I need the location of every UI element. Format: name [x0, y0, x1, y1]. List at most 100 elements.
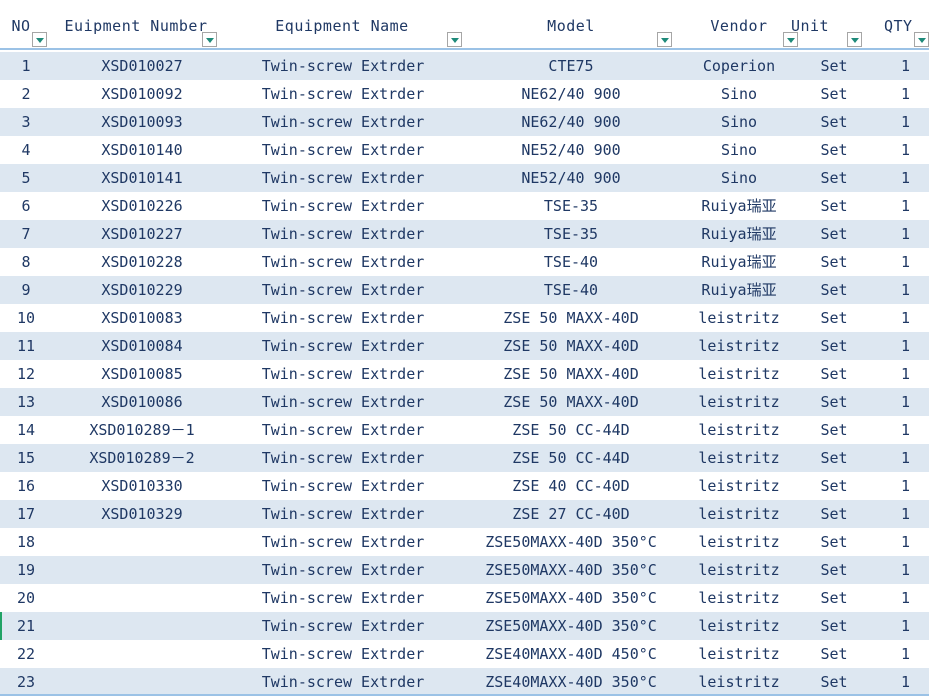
cell-unit[interactable]: Set	[790, 444, 878, 472]
cell-no[interactable]: 14	[0, 416, 52, 444]
cell-unit[interactable]: Set	[790, 584, 878, 612]
cell-unit[interactable]: Set	[790, 500, 878, 528]
cell-equipment-name[interactable]: Twin-screw Extrder	[232, 584, 454, 612]
cell-equipment-number[interactable]: XSD010289－2	[52, 444, 232, 472]
cell-qty[interactable]: 1	[878, 444, 929, 472]
cell-equipment-number[interactable]: XSD010083	[52, 304, 232, 332]
cell-qty[interactable]: 1	[878, 640, 929, 668]
cell-equipment-name[interactable]: Twin-screw Extrder	[232, 108, 454, 136]
cell-no[interactable]: 20	[0, 584, 52, 612]
table-row[interactable]: 17 XSD010329 Twin-screw Extrder ZSE 27 CC-4…	[0, 500, 929, 528]
cell-vendor[interactable]: Sino	[688, 80, 790, 108]
column-header-equipment-name[interactable]: Equipment Name	[232, 0, 462, 50]
cell-unit[interactable]: Set	[790, 416, 878, 444]
cell-equipment-name[interactable]: Twin-screw Extrder	[232, 416, 454, 444]
cell-model[interactable]: ZSE 27 CC-40D	[454, 500, 688, 528]
cell-equipment-number[interactable]: XSD010092	[52, 80, 232, 108]
cell-vendor[interactable]: leistritz	[688, 304, 790, 332]
table-row[interactable]: 6 XSD010226 Twin-screw Extrder TSE-35 Ruiya瑞…	[0, 192, 929, 220]
cell-equipment-number[interactable]: XSD010085	[52, 360, 232, 388]
cell-equipment-number[interactable]: XSD010226	[52, 192, 232, 220]
cell-model[interactable]: NE62/40 900	[454, 108, 688, 136]
cell-equipment-number[interactable]: XSD010289－1	[52, 416, 232, 444]
cell-equipment-number[interactable]: XSD010027	[52, 52, 232, 80]
cell-model[interactable]: ZSE 40 CC-40D	[454, 472, 688, 500]
filter-dropdown-icon[interactable]	[657, 32, 672, 47]
cell-vendor[interactable]: leistritz	[688, 444, 790, 472]
table-row[interactable]: 13 XSD010086 Twin-screw Extrder ZSE 50 MAXX…	[0, 388, 929, 416]
cell-vendor[interactable]: leistritz	[688, 500, 790, 528]
cell-unit[interactable]: Set	[790, 640, 878, 668]
cell-qty[interactable]: 1	[878, 108, 929, 136]
cell-equipment-name[interactable]: Twin-screw Extrder	[232, 164, 454, 192]
cell-unit[interactable]: Set	[790, 108, 878, 136]
cell-unit[interactable]: Set	[790, 556, 878, 584]
table-row[interactable]: 10 XSD010083 Twin-screw Extrder ZSE 50 MAXX…	[0, 304, 929, 332]
cell-model[interactable]: TSE-40	[454, 276, 688, 304]
table-row[interactable]: 11 XSD010084 Twin-screw Extrder ZSE 50 MAXX…	[0, 332, 929, 360]
cell-vendor[interactable]: leistritz	[688, 612, 790, 640]
cell-unit[interactable]: Set	[790, 612, 878, 640]
cell-equipment-number[interactable]: XSD010228	[52, 248, 232, 276]
cell-equipment-name[interactable]: Twin-screw Extrder	[232, 556, 454, 584]
cell-vendor[interactable]: leistritz	[688, 332, 790, 360]
cell-vendor[interactable]: leistritz	[688, 640, 790, 668]
table-row[interactable]: 14 XSD010289－1 Twin-screw Extrder ZSE 50 CC…	[0, 416, 929, 444]
cell-vendor[interactable]: leistritz	[688, 360, 790, 388]
column-header-unit[interactable]: Unit	[790, 0, 878, 50]
cell-qty[interactable]: 1	[878, 388, 929, 416]
cell-equipment-name[interactable]: Twin-screw Extrder	[232, 388, 454, 416]
cell-unit[interactable]: Set	[790, 248, 878, 276]
cell-qty[interactable]: 1	[878, 220, 929, 248]
cell-model[interactable]: ZSE50MAXX-40D 350°C	[454, 528, 688, 556]
cell-equipment-number[interactable]: XSD010140	[52, 136, 232, 164]
cell-equipment-number[interactable]	[52, 584, 232, 612]
table-row[interactable]: 18 Twin-screw Extrder ZSE50MAXX-40D 350°C l…	[0, 528, 929, 556]
cell-vendor[interactable]: leistritz	[688, 668, 790, 696]
cell-equipment-name[interactable]: Twin-screw Extrder	[232, 52, 454, 80]
cell-no[interactable]: 9	[0, 276, 52, 304]
cell-no[interactable]: 21	[0, 612, 52, 640]
cell-unit[interactable]: Set	[790, 52, 878, 80]
cell-qty[interactable]: 1	[878, 304, 929, 332]
column-header-qty[interactable]: QTY	[878, 0, 929, 50]
cell-equipment-name[interactable]: Twin-screw Extrder	[232, 360, 454, 388]
cell-unit[interactable]: Set	[790, 304, 878, 332]
cell-model[interactable]: ZSE40MAXX-40D 450°C	[454, 640, 688, 668]
table-row[interactable]: 23 Twin-screw Extrder ZSE40MAXX-40D 350°C l…	[0, 668, 929, 696]
filter-dropdown-icon[interactable]	[847, 32, 862, 47]
cell-model[interactable]: NE52/40 900	[454, 164, 688, 192]
cell-unit[interactable]: Set	[790, 388, 878, 416]
table-row[interactable]: 5 XSD010141 Twin-screw Extrder NE52/40 900 S…	[0, 164, 929, 192]
cell-vendor[interactable]: Ruiya瑞亚	[688, 276, 790, 304]
cell-qty[interactable]: 1	[878, 612, 929, 640]
cell-equipment-number[interactable]	[52, 668, 232, 696]
cell-equipment-name[interactable]: Twin-screw Extrder	[232, 136, 454, 164]
cell-model[interactable]: ZSE 50 MAXX-40D	[454, 304, 688, 332]
cell-model[interactable]: ZSE50MAXX-40D 350°C	[454, 612, 688, 640]
cell-unit[interactable]: Set	[790, 136, 878, 164]
cell-equipment-name[interactable]: Twin-screw Extrder	[232, 444, 454, 472]
table-row[interactable]: 9 XSD010229 Twin-screw Extrder TSE-40 Ruiya瑞…	[0, 276, 929, 304]
filter-dropdown-icon[interactable]	[202, 32, 217, 47]
table-row[interactable]: 7 XSD010227 Twin-screw Extrder TSE-35 Ruiya瑞…	[0, 220, 929, 248]
cell-model[interactable]: NE52/40 900	[454, 136, 688, 164]
cell-model[interactable]: TSE-35	[454, 192, 688, 220]
cell-no[interactable]: 15	[0, 444, 52, 472]
cell-qty[interactable]: 1	[878, 584, 929, 612]
cell-vendor[interactable]: Ruiya瑞亚	[688, 248, 790, 276]
cell-equipment-name[interactable]: Twin-screw Extrder	[232, 304, 454, 332]
cell-vendor[interactable]: Sino	[688, 108, 790, 136]
cell-no[interactable]: 7	[0, 220, 52, 248]
cell-vendor[interactable]: leistritz	[688, 472, 790, 500]
cell-equipment-number[interactable]: XSD010141	[52, 164, 232, 192]
cell-model[interactable]: ZSE 50 CC-44D	[454, 416, 688, 444]
column-header-vendor[interactable]: Vendor	[688, 0, 798, 50]
cell-equipment-name[interactable]: Twin-screw Extrder	[232, 220, 454, 248]
cell-equipment-name[interactable]: Twin-screw Extrder	[232, 500, 454, 528]
cell-equipment-name[interactable]: Twin-screw Extrder	[232, 528, 454, 556]
cell-no[interactable]: 3	[0, 108, 52, 136]
cell-equipment-number[interactable]: XSD010093	[52, 108, 232, 136]
cell-no[interactable]: 18	[0, 528, 52, 556]
table-row[interactable]: 1 XSD010027 Twin-screw Extrder CTE75 Coperio…	[0, 52, 929, 80]
